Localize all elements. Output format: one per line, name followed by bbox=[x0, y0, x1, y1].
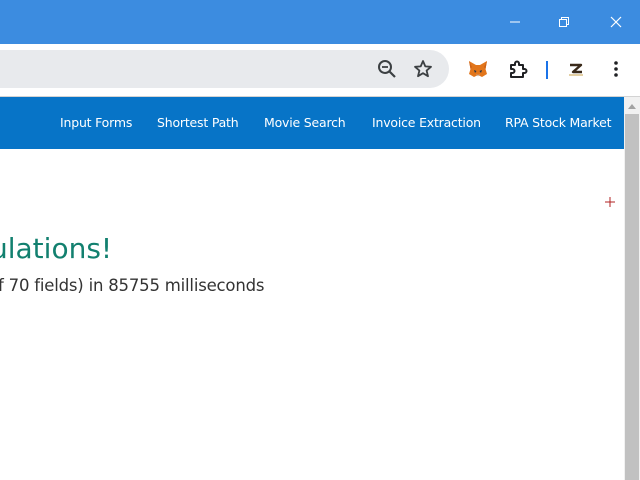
fox-extension-icon bbox=[469, 61, 487, 77]
restore-button[interactable] bbox=[540, 0, 588, 44]
profile-button[interactable] bbox=[562, 55, 590, 83]
nav-link-shortest-path[interactable]: Shortest Path bbox=[157, 97, 239, 149]
scroll-up-arrow-icon bbox=[628, 103, 636, 109]
browser-toolbar bbox=[0, 44, 640, 97]
crosshair-cursor-icon bbox=[605, 197, 615, 207]
star-icon bbox=[414, 60, 432, 78]
nav-link-rpa-stock-market[interactable]: RPA Stock Market bbox=[505, 97, 611, 149]
kebab-menu-icon bbox=[614, 61, 618, 77]
scroll-thumb[interactable] bbox=[625, 114, 639, 480]
nav-link-movie-search[interactable]: Movie Search bbox=[264, 97, 346, 149]
toolbar-divider bbox=[546, 61, 548, 79]
site-navigation: Input Forms Shortest Path Movie Search I… bbox=[0, 97, 624, 149]
scroll-up-button[interactable] bbox=[624, 97, 640, 114]
nav-link-input-forms[interactable]: Input Forms bbox=[60, 97, 132, 149]
vertical-scrollbar[interactable] bbox=[624, 97, 640, 480]
congratulations-heading: ulations! bbox=[0, 232, 113, 265]
bookmark-button[interactable] bbox=[409, 55, 437, 83]
minimize-icon bbox=[510, 21, 520, 23]
restore-icon bbox=[559, 17, 569, 27]
browser-menu-button[interactable] bbox=[602, 55, 630, 83]
close-button[interactable] bbox=[592, 0, 640, 44]
result-message: f 70 fields) in 85755 milliseconds bbox=[0, 276, 265, 295]
close-icon bbox=[610, 16, 622, 28]
zoom-out-icon bbox=[378, 60, 396, 78]
extensions-button[interactable] bbox=[504, 55, 532, 83]
metamask-extension-button[interactable] bbox=[464, 55, 492, 83]
browser-title-bar bbox=[0, 0, 640, 44]
profile-z-icon bbox=[566, 61, 586, 77]
minimize-button[interactable] bbox=[491, 0, 539, 44]
nav-link-invoice-extraction[interactable]: Invoice Extraction bbox=[372, 97, 481, 149]
puzzle-extensions-icon bbox=[510, 60, 528, 78]
zoom-button[interactable] bbox=[373, 55, 401, 83]
